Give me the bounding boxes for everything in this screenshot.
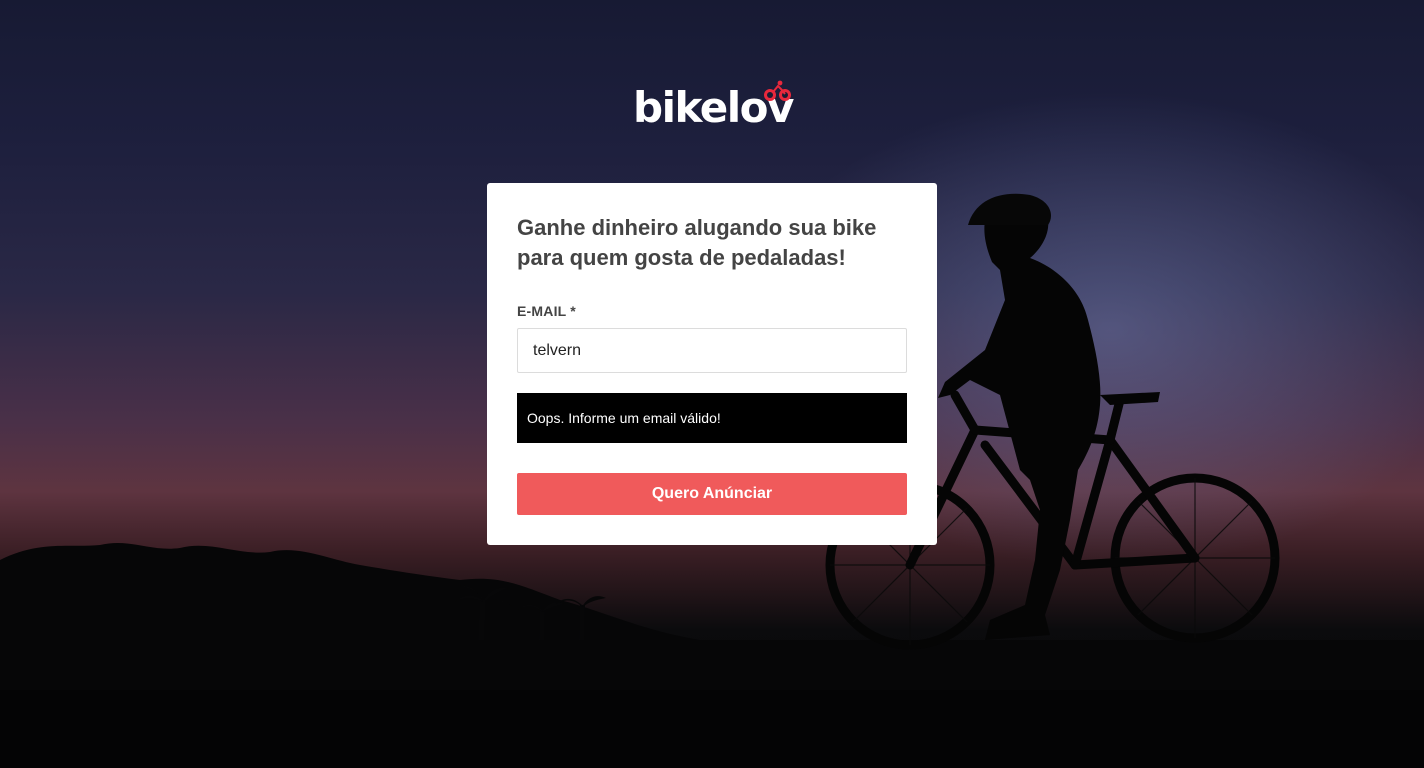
cyclist-icon xyxy=(764,80,791,101)
email-label: E-MAIL * xyxy=(517,303,576,319)
error-message-box: Oops. Informe um email válido! xyxy=(517,393,907,443)
error-message: Oops. Informe um email válido! xyxy=(527,410,721,426)
submit-button[interactable]: Quero Anúnciar xyxy=(517,473,907,515)
brand-logo[interactable]: bikelov xyxy=(633,80,803,135)
card-headline: Ganhe dinheiro alugando sua bike para qu… xyxy=(517,215,877,270)
email-field[interactable] xyxy=(517,328,907,373)
signup-card: Ganhe dinheiro alugando sua bike para qu… xyxy=(487,183,937,545)
